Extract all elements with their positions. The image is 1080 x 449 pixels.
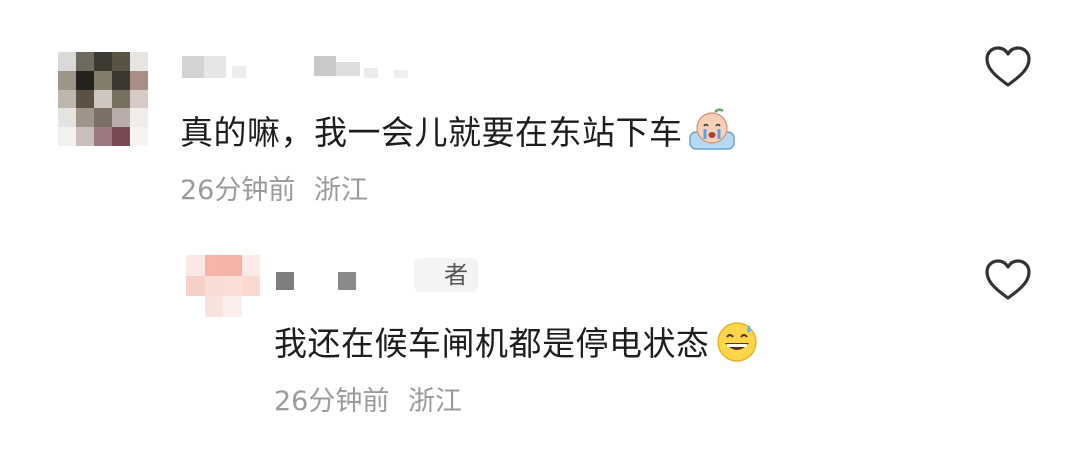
like-button[interactable] — [984, 45, 1032, 89]
author-badge: 者 — [414, 258, 478, 292]
heart-outline-icon — [985, 259, 1031, 300]
avatar[interactable] — [186, 255, 260, 317]
comment-text: 我还在候车闸机都是停电状态 — [274, 319, 760, 372]
avatar[interactable] — [58, 52, 148, 146]
crying-face-emoji — [687, 108, 737, 161]
grinning-sweat-emoji — [714, 319, 760, 372]
like-button[interactable] — [984, 258, 1032, 302]
comment-meta: 26分钟前 浙江 — [180, 175, 368, 207]
location: 浙江 — [407, 386, 462, 417]
comment-text: 真的嘛，我一会儿就要在东站下车 — [180, 108, 737, 161]
timestamp: 26分钟前 — [274, 386, 390, 417]
username[interactable] — [182, 54, 432, 80]
heart-outline-icon — [985, 46, 1031, 87]
comment-meta: 26分钟前 浙江 — [274, 386, 462, 418]
timestamp: 26分钟前 — [180, 175, 296, 206]
location: 浙江 — [313, 175, 368, 206]
